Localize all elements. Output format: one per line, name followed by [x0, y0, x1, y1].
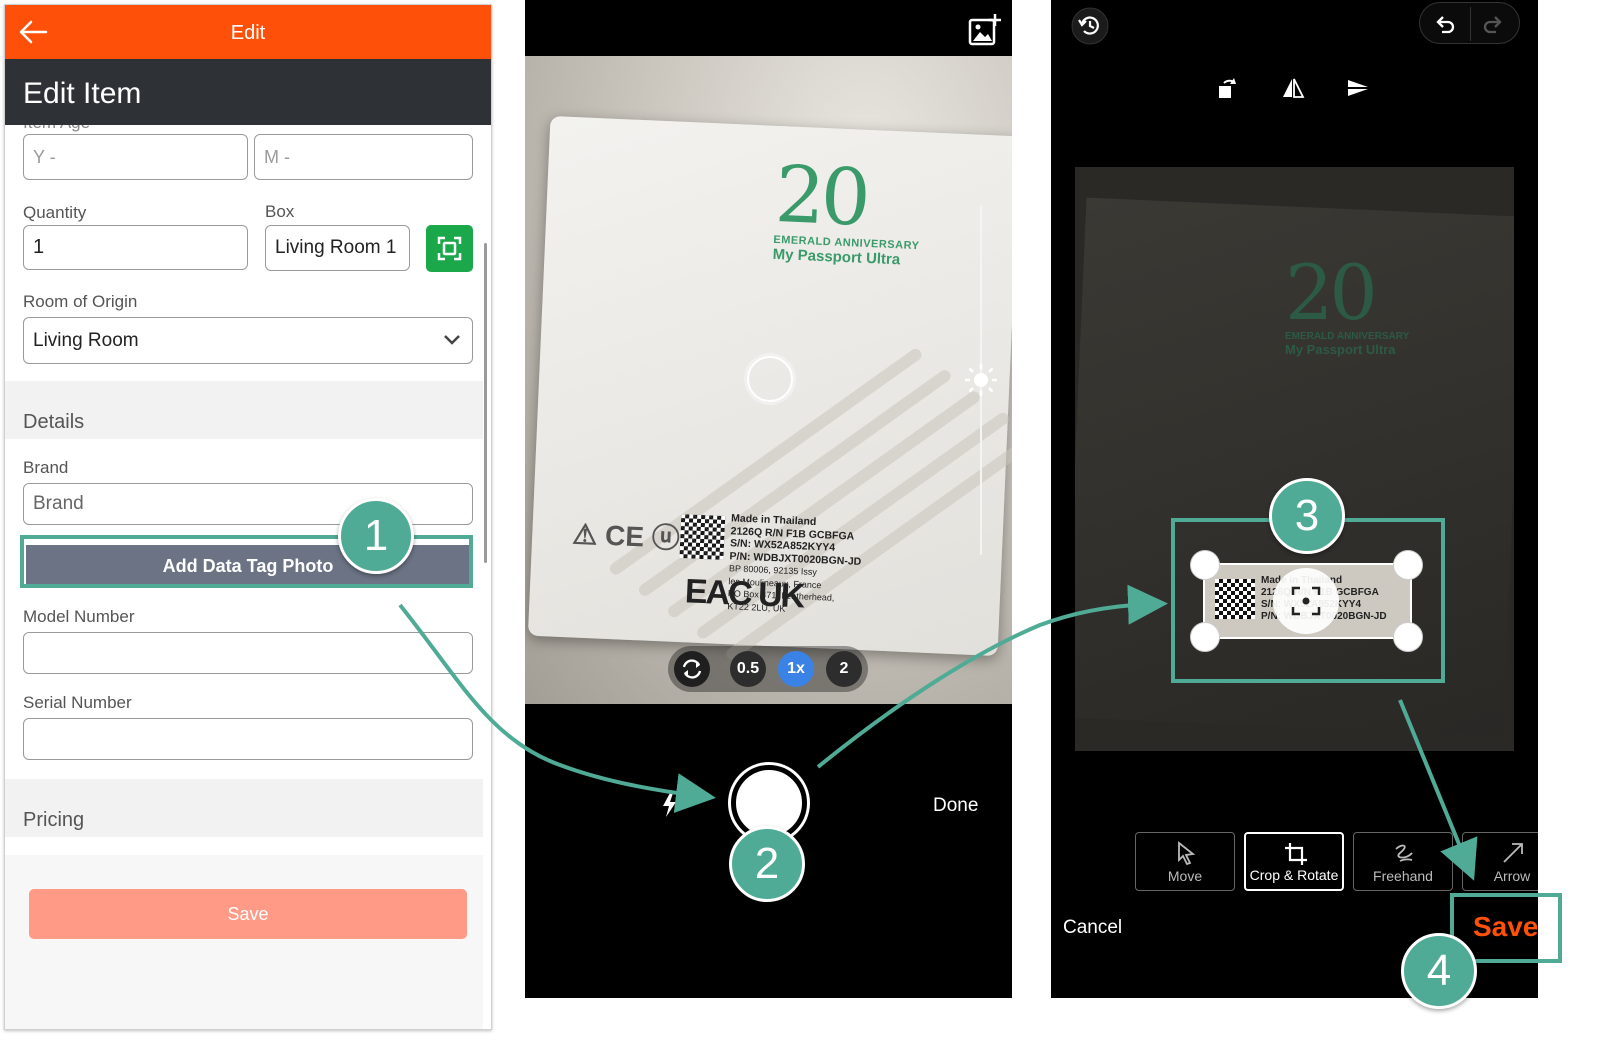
step-badge-2: 2	[729, 826, 805, 902]
arrow-step2-to-step3	[816, 584, 1168, 769]
arrow-step3-to-step4	[1398, 699, 1478, 881]
flow-arrows	[398, 584, 1478, 881]
step-badge-4: 4	[1401, 933, 1477, 1009]
arrow-step1-to-step2	[398, 603, 716, 813]
step-badge-1: 1	[338, 498, 414, 574]
step-badge-3: 3	[1269, 478, 1345, 554]
